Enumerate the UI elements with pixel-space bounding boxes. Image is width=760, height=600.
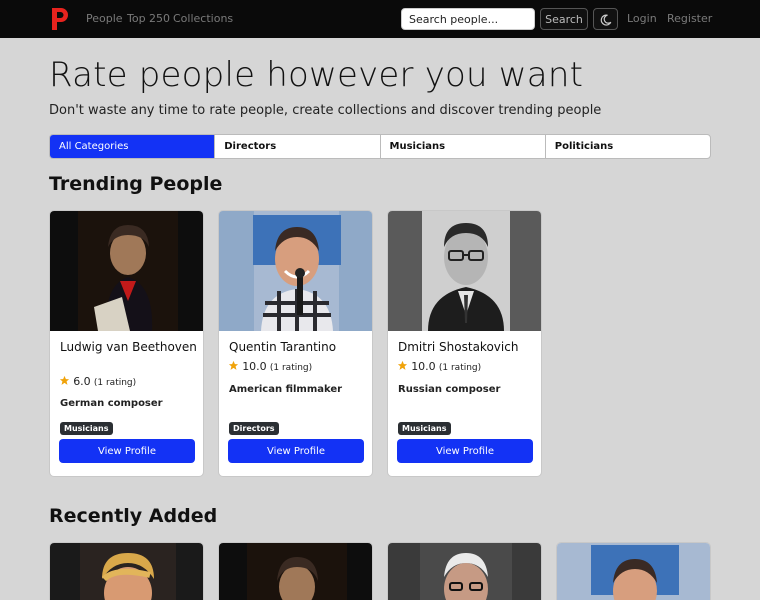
rating-count: (1 rating)	[93, 378, 137, 388]
person-card: Ludwig van Beethoven 6.0 (1 rating) Germ…	[49, 210, 204, 477]
recent-person-card[interactable]	[49, 542, 204, 600]
category-badge: Musicians	[60, 422, 113, 435]
page-title: Rate people however you want	[49, 55, 584, 95]
person-description: American filmmaker	[229, 384, 343, 395]
tab-directors[interactable]: Directors	[215, 135, 381, 158]
view-profile-button[interactable]: View Profile	[228, 439, 364, 463]
trending-section-title: Trending People	[49, 173, 223, 195]
star-icon	[59, 375, 70, 385]
search-input[interactable]	[401, 8, 535, 30]
person-card: Dmitri Shostakovich 10.0 (1 rating) Russ…	[387, 210, 542, 477]
person-rating: 10.0 (1 rating)	[397, 360, 481, 373]
recent-person-card[interactable]	[387, 542, 542, 600]
recent-person-card[interactable]	[556, 542, 711, 600]
person-photo[interactable]	[50, 211, 204, 331]
person-name[interactable]: Quentin Tarantino	[229, 340, 367, 354]
person-description: German composer	[60, 398, 163, 409]
person-card: Quentin Tarantino 10.0 (1 rating) Americ…	[218, 210, 373, 477]
nav-link-people[interactable]: People	[86, 12, 123, 25]
person-photo[interactable]	[50, 543, 204, 600]
page-subtitle: Don't waste any time to rate people, cre…	[49, 103, 602, 118]
person-photo[interactable]	[557, 543, 711, 600]
star-icon	[397, 360, 408, 370]
rating-score: 10.0	[242, 360, 267, 373]
category-tabs: All Categories Directors Musicians Polit…	[49, 134, 711, 159]
search-button[interactable]: Search	[540, 8, 588, 30]
rating-count: (1 rating)	[438, 363, 482, 373]
tab-all-categories[interactable]: All Categories	[50, 135, 216, 158]
rating-score: 10.0	[411, 360, 436, 373]
recent-section-title: Recently Added	[49, 505, 218, 527]
person-rating: 6.0 (1 rating)	[59, 375, 136, 388]
moon-icon	[600, 14, 612, 26]
star-icon	[228, 360, 239, 370]
rating-score: 6.0	[73, 375, 91, 388]
nav-link-collections[interactable]: Collections	[173, 12, 233, 25]
person-name[interactable]: Dmitri Shostakovich	[398, 340, 536, 354]
navbar: People Top 250 Collections Search Login …	[0, 0, 760, 38]
tab-musicians[interactable]: Musicians	[381, 135, 546, 158]
tab-politicians[interactable]: Politicians	[546, 135, 710, 158]
person-rating: 10.0 (1 rating)	[228, 360, 312, 373]
person-photo[interactable]	[219, 211, 373, 331]
p-logo-icon[interactable]	[50, 6, 70, 32]
view-profile-button[interactable]: View Profile	[59, 439, 195, 463]
category-badge: Musicians	[398, 422, 451, 435]
view-profile-button[interactable]: View Profile	[397, 439, 533, 463]
person-photo[interactable]	[388, 211, 542, 331]
theme-toggle-button[interactable]	[593, 8, 618, 30]
category-badge: Directors	[229, 422, 279, 435]
recent-person-card[interactable]	[218, 542, 373, 600]
person-description: Russian composer	[398, 384, 501, 395]
rating-count: (1 rating)	[269, 363, 313, 373]
nav-link-top-250[interactable]: Top 250	[127, 12, 170, 25]
person-photo[interactable]	[388, 543, 542, 600]
person-photo[interactable]	[219, 543, 373, 600]
person-name[interactable]: Ludwig van Beethoven	[60, 340, 198, 354]
register-link[interactable]: Register	[667, 12, 712, 25]
login-link[interactable]: Login	[627, 12, 657, 25]
